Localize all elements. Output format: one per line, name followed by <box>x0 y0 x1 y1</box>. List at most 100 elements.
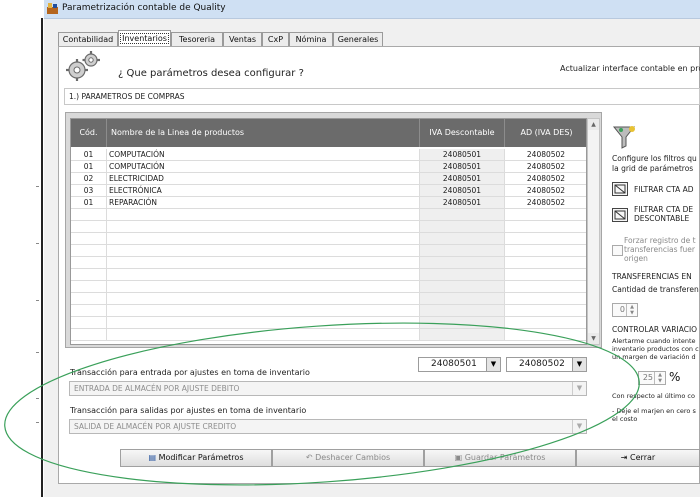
table-cell[interactable] <box>107 329 420 340</box>
table-row[interactable] <box>71 221 586 233</box>
table-cell[interactable]: COMPUTACIÓN <box>107 161 420 172</box>
close-button[interactable]: ⇥ Cerrar <box>576 449 700 467</box>
table-cell[interactable] <box>420 245 505 256</box>
tab-contabilidad[interactable]: Contabilidad <box>58 32 118 46</box>
table-cell[interactable]: 24080501 <box>420 149 505 160</box>
parameters-grid[interactable]: Cód. Nombre de la Linea de productos IVA… <box>70 118 587 345</box>
table-cell[interactable] <box>107 317 420 328</box>
table-cell[interactable] <box>107 221 420 232</box>
table-cell[interactable]: 24080502 <box>505 149 586 160</box>
entrada-select[interactable]: ENTRADA DE ALMACÉN POR AJUSTE DEBITO ▼ <box>69 381 587 396</box>
chevron-down-icon[interactable]: ▼ <box>572 358 586 371</box>
table-row[interactable] <box>71 305 586 317</box>
chevron-down-icon[interactable]: ▼ <box>486 358 500 371</box>
tab-cxp[interactable]: CxP <box>262 32 289 46</box>
transfer-qty-spinner[interactable]: 0 ▲ ▼ <box>612 303 638 317</box>
table-cell[interactable] <box>505 305 586 316</box>
table-cell[interactable] <box>107 257 420 268</box>
undo-changes-button[interactable]: ↶ Deshacer Cambios <box>272 449 424 467</box>
table-cell[interactable] <box>420 305 505 316</box>
table-cell[interactable] <box>71 221 107 232</box>
table-cell[interactable]: 01 <box>71 149 107 160</box>
table-cell[interactable] <box>71 257 107 268</box>
table-cell[interactable]: 24080502 <box>505 197 586 208</box>
filter-ad-button[interactable] <box>612 182 628 196</box>
table-cell[interactable]: 03 <box>71 185 107 196</box>
table-cell[interactable]: 24080501 <box>420 197 505 208</box>
tab-inventarios[interactable]: Inventarios <box>118 30 171 47</box>
filter-ad-label[interactable]: FILTRAR CTA AD <box>634 185 694 194</box>
table-cell[interactable] <box>107 305 420 316</box>
table-cell[interactable] <box>420 233 505 244</box>
table-cell[interactable] <box>71 281 107 292</box>
chevron-down-icon[interactable]: ▼ <box>572 382 586 395</box>
tab-tesoreria[interactable]: Tesoreria <box>171 32 223 46</box>
table-row[interactable] <box>71 257 586 269</box>
table-cell[interactable] <box>420 257 505 268</box>
table-cell[interactable] <box>71 305 107 316</box>
table-cell[interactable] <box>505 221 586 232</box>
table-cell[interactable] <box>107 245 420 256</box>
table-cell[interactable] <box>420 281 505 292</box>
col-header-ad[interactable]: AD (IVA DES) <box>505 119 586 147</box>
table-cell[interactable] <box>107 293 420 304</box>
table-cell[interactable] <box>505 281 586 292</box>
salida-select[interactable]: SALIDA DE ALMACÉN POR AJUSTE CREDITO ▼ <box>69 419 587 434</box>
table-row[interactable]: 02 ELECTRICIDAD 24080501 24080502 <box>71 173 586 185</box>
table-cell[interactable] <box>505 293 586 304</box>
tab-generales[interactable]: Generales <box>333 32 383 46</box>
spinner-arrows-icon[interactable]: ▲ ▼ <box>654 372 665 384</box>
table-cell[interactable] <box>71 245 107 256</box>
table-cell[interactable] <box>505 317 586 328</box>
modify-parameters-button[interactable]: ▤ Modificar Parámetros <box>120 449 272 467</box>
col-header-nombre[interactable]: Nombre de la Linea de productos <box>107 119 420 147</box>
scroll-up-arrow-icon[interactable]: ▲ <box>588 119 599 130</box>
table-row[interactable]: 03 ELECTRÓNICA 24080501 24080502 <box>71 185 586 197</box>
force-register-checkbox[interactable] <box>612 245 623 256</box>
table-cell[interactable] <box>505 209 586 220</box>
table-cell[interactable] <box>71 269 107 280</box>
table-row[interactable]: 01 COMPUTACIÓN 24080501 24080502 <box>71 161 586 173</box>
filter-descontable-button[interactable] <box>612 208 628 222</box>
table-cell[interactable]: ELECTRICIDAD <box>107 173 420 184</box>
col-header-iva[interactable]: IVA Descontable <box>420 119 505 147</box>
table-row[interactable] <box>71 209 586 221</box>
save-parameters-button[interactable]: ▣ Guardar Parámetros <box>424 449 576 467</box>
table-cell[interactable] <box>505 329 586 340</box>
table-cell[interactable]: 24080501 <box>420 161 505 172</box>
table-cell[interactable] <box>71 317 107 328</box>
table-cell[interactable] <box>71 329 107 340</box>
table-cell[interactable] <box>505 245 586 256</box>
table-cell[interactable]: COMPUTACIÓN <box>107 149 420 160</box>
table-cell[interactable] <box>420 293 505 304</box>
table-cell[interactable]: 01 <box>71 197 107 208</box>
iva-account-combo[interactable]: 24080501 ▼ <box>418 357 501 372</box>
filter-descontable-label2[interactable]: DESCONTABLE <box>634 214 689 223</box>
table-row[interactable] <box>71 233 586 245</box>
table-cell[interactable]: 24080501 <box>420 185 505 196</box>
filter-descontable-label1[interactable]: FILTRAR CTA DE <box>634 205 693 214</box>
table-cell[interactable] <box>505 233 586 244</box>
scroll-down-arrow-icon[interactable]: ▼ <box>588 333 599 344</box>
table-row[interactable] <box>71 281 586 293</box>
tab-ventas[interactable]: Ventas <box>223 32 262 46</box>
chevron-down-icon[interactable]: ▼ <box>572 420 586 433</box>
table-cell[interactable]: 24080501 <box>420 173 505 184</box>
table-row[interactable]: 01 REPARACIÓN 24080501 24080502 <box>71 197 586 209</box>
table-cell[interactable] <box>420 269 505 280</box>
table-row[interactable] <box>71 245 586 257</box>
table-row[interactable]: 01 COMPUTACIÓN 24080501 24080502 <box>71 149 586 161</box>
spinner-arrows-icon[interactable]: ▲ ▼ <box>626 304 637 316</box>
table-cell[interactable] <box>505 269 586 280</box>
table-cell[interactable] <box>107 281 420 292</box>
table-cell[interactable]: 02 <box>71 173 107 184</box>
table-cell[interactable] <box>505 257 586 268</box>
ad-account-combo[interactable]: 24080502 ▼ <box>506 357 587 372</box>
table-cell[interactable] <box>420 209 505 220</box>
table-cell[interactable] <box>71 209 107 220</box>
col-header-cod[interactable]: Cód. <box>71 119 107 147</box>
table-cell[interactable]: 24080502 <box>505 161 586 172</box>
table-cell[interactable] <box>420 329 505 340</box>
table-cell[interactable] <box>420 317 505 328</box>
table-row[interactable] <box>71 269 586 281</box>
